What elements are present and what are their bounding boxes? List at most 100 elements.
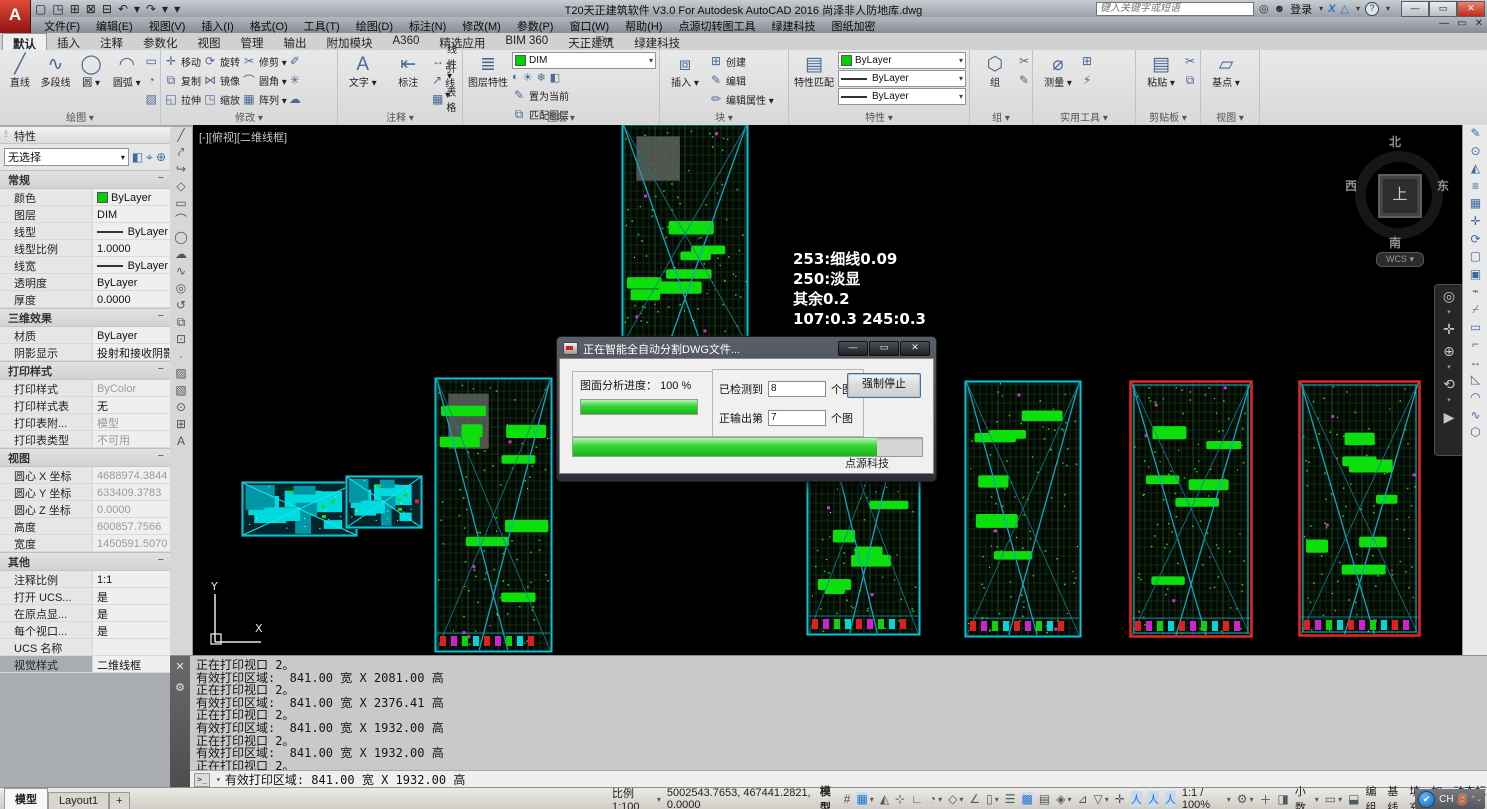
section-header-三维效果[interactable]: 三维效果−	[0, 308, 170, 327]
showmotion-icon[interactable]: ▶	[1444, 410, 1455, 425]
erase-icon[interactable]: ✎	[1463, 125, 1487, 143]
layout-tab-+[interactable]: +	[109, 792, 129, 809]
property-value[interactable]: 600857.7566	[92, 518, 170, 534]
nav-caret-icon[interactable]: ▾	[1447, 311, 1451, 315]
置为当前-button[interactable]: ✎置为当前	[512, 86, 656, 104]
property-value[interactable]: 1:1	[92, 571, 170, 587]
lineweight-icon[interactable]: ☰	[1005, 792, 1016, 806]
isodraft-icon[interactable]: ◇	[948, 792, 957, 806]
annotation-autoscale-icon[interactable]: 人	[1148, 791, 1159, 807]
snap-icon[interactable]: ▦	[856, 792, 867, 806]
explode-icon[interactable]: ✳	[289, 73, 301, 90]
graphics-performance-icon[interactable]: ▭	[1325, 792, 1336, 806]
line-icon[interactable]: ╱	[170, 127, 192, 144]
blend-icon[interactable]: ∿	[1463, 407, 1487, 425]
search-icon[interactable]: ◎	[1259, 2, 1269, 15]
polar-icon[interactable]: ◔	[929, 792, 936, 806]
阵列-button[interactable]: ▦阵列 ▾	[242, 90, 287, 108]
revcloud-icon[interactable]: ☁	[289, 92, 301, 109]
nav-caret-icon[interactable]: ▾	[1447, 366, 1451, 370]
测量-button[interactable]: ⌀测量 ▾	[1036, 52, 1080, 89]
move-icon[interactable]: ✛	[1463, 213, 1487, 231]
panel-label-绘图[interactable]: 绘图 ▾	[0, 109, 160, 124]
ortho-icon[interactable]: ∟	[911, 792, 923, 806]
isodraft-caret-icon[interactable]: ▾	[959, 795, 963, 804]
command-prompt-icon[interactable]: >_	[194, 773, 210, 787]
panel-label-修改[interactable]: 修改 ▾	[161, 109, 337, 124]
selection-filter-icon[interactable]: ▽	[1094, 792, 1103, 806]
menu-插入(I)[interactable]: 插入(I)	[193, 17, 241, 33]
圆角-button[interactable]: ⌒圆角 ▾	[242, 71, 287, 89]
ime-options-icon[interactable]: ⌃⌄	[1470, 796, 1482, 803]
detected-count-field[interactable]	[768, 381, 826, 397]
menu-绿建科技[interactable]: 绿建科技	[763, 17, 823, 33]
drawing-sheet-left[interactable]	[434, 377, 553, 653]
tab-天正建筑[interactable]: 天正建筑	[558, 33, 624, 50]
dynamic-ucs-icon[interactable]: ⊿	[1077, 792, 1087, 806]
nav-caret-icon[interactable]: ▾	[1447, 399, 1451, 403]
osnap-3d-icon[interactable]: ◈	[1056, 792, 1065, 806]
tab-BIM 360[interactable]: BIM 360	[495, 33, 558, 50]
修剪-button[interactable]: ✂修剪 ▾	[242, 52, 287, 70]
polygon-icon[interactable]: ◇	[170, 178, 192, 195]
annotation-monitor-icon[interactable]: ＋	[1259, 791, 1271, 808]
menu-参数(P)[interactable]: 参数(P)	[509, 17, 562, 33]
property-value[interactable]: 不可用	[92, 431, 170, 447]
erase-icon[interactable]: ✐	[289, 54, 301, 71]
zoom-icon[interactable]: ⊕	[1443, 344, 1455, 359]
移动-button[interactable]: ✛移动	[164, 52, 201, 70]
ellipse-icon[interactable]: ◎	[170, 280, 192, 297]
menu-帮助(H)[interactable]: 帮助(H)	[617, 17, 670, 33]
osnap-3d-caret-icon[interactable]: ▾	[1067, 795, 1071, 804]
wcs-dropdown[interactable]: WCS ▾	[1376, 252, 1424, 267]
panel-label-特性[interactable]: 特性 ▾	[789, 109, 969, 124]
pan-icon[interactable]: ✛	[1443, 322, 1455, 337]
gizmo-icon[interactable]: ✛	[1115, 792, 1125, 806]
property-value[interactable]: ByLayer	[92, 327, 170, 343]
osnap-caret-icon[interactable]: ▾	[995, 795, 999, 804]
fillet-icon[interactable]: ◠	[1463, 389, 1487, 407]
make-block-icon[interactable]: ⊡	[170, 331, 192, 348]
help-icon[interactable]: ?	[1365, 2, 1379, 16]
doc-close-button[interactable]: ✕	[1475, 18, 1483, 29]
menu-工具(T)[interactable]: 工具(T)	[296, 17, 348, 33]
property-value[interactable]: 0.0000	[92, 501, 170, 517]
layer-isolate-icon[interactable]: ☀	[523, 71, 533, 84]
isolate-objects-icon[interactable]: ◨	[1278, 792, 1289, 806]
quickcalc-icon[interactable]: ⊞	[1082, 54, 1092, 71]
restore-button[interactable]: ▭	[1429, 1, 1457, 17]
ellipse-icon[interactable]: ◔	[146, 73, 157, 90]
section-header-视图[interactable]: 视图−	[0, 448, 170, 467]
property-value[interactable]: 无	[92, 397, 170, 413]
menu-编辑(E)[interactable]: 编辑(E)	[88, 17, 141, 33]
select-objects-icon[interactable]: ⌖	[146, 150, 153, 165]
close-cmd-icon[interactable]: ✕	[175, 660, 184, 673]
menu-窗口(W)[interactable]: 窗口(W)	[561, 17, 617, 33]
插入-button[interactable]: ⧈插入 ▾	[663, 52, 707, 89]
panel-label-图层[interactable]: 图层 ▾	[463, 109, 659, 124]
menu-标注(N)[interactable]: 标注(N)	[401, 17, 454, 33]
property-value[interactable]: 0.0000	[92, 291, 170, 307]
ime-state-icon[interactable]: ✔	[1418, 791, 1435, 808]
clean-screen-icon[interactable]: ⬓	[1348, 792, 1359, 806]
ime-language-button[interactable]: CH	[1439, 794, 1453, 805]
selection-cycling-icon[interactable]: ▤	[1039, 792, 1050, 806]
layer-dropdown[interactable]: DIM▾	[512, 52, 656, 69]
tab-附加模块[interactable]: 附加模块	[317, 33, 383, 50]
table-icon[interactable]: ⊞	[170, 416, 192, 433]
复制-button[interactable]: ⧉复制	[164, 71, 201, 89]
property-value[interactable]: 1450591.5070	[92, 535, 170, 551]
ribbon-options-icon[interactable]: ◳ ▾	[595, 35, 612, 46]
property-value[interactable]	[92, 639, 170, 655]
drawing-sheet-top[interactable]	[621, 125, 749, 345]
close-button[interactable]: ✕	[1457, 1, 1485, 17]
圆-button[interactable]: ◯圆 ▾	[74, 52, 108, 89]
panel-label-块[interactable]: 块 ▾	[660, 109, 788, 124]
layer-freeze-icon[interactable]: ❄	[537, 71, 546, 84]
array-icon[interactable]: ▦	[1463, 195, 1487, 213]
revcloud-icon[interactable]: ☁	[170, 246, 192, 263]
创建-button[interactable]: ⊞创建	[709, 52, 785, 70]
panel-label-注释[interactable]: 注释 ▾	[338, 109, 462, 124]
drawing-sheet-red1[interactable]	[1129, 380, 1253, 638]
transparency-icon[interactable]: ▩	[1022, 792, 1033, 806]
